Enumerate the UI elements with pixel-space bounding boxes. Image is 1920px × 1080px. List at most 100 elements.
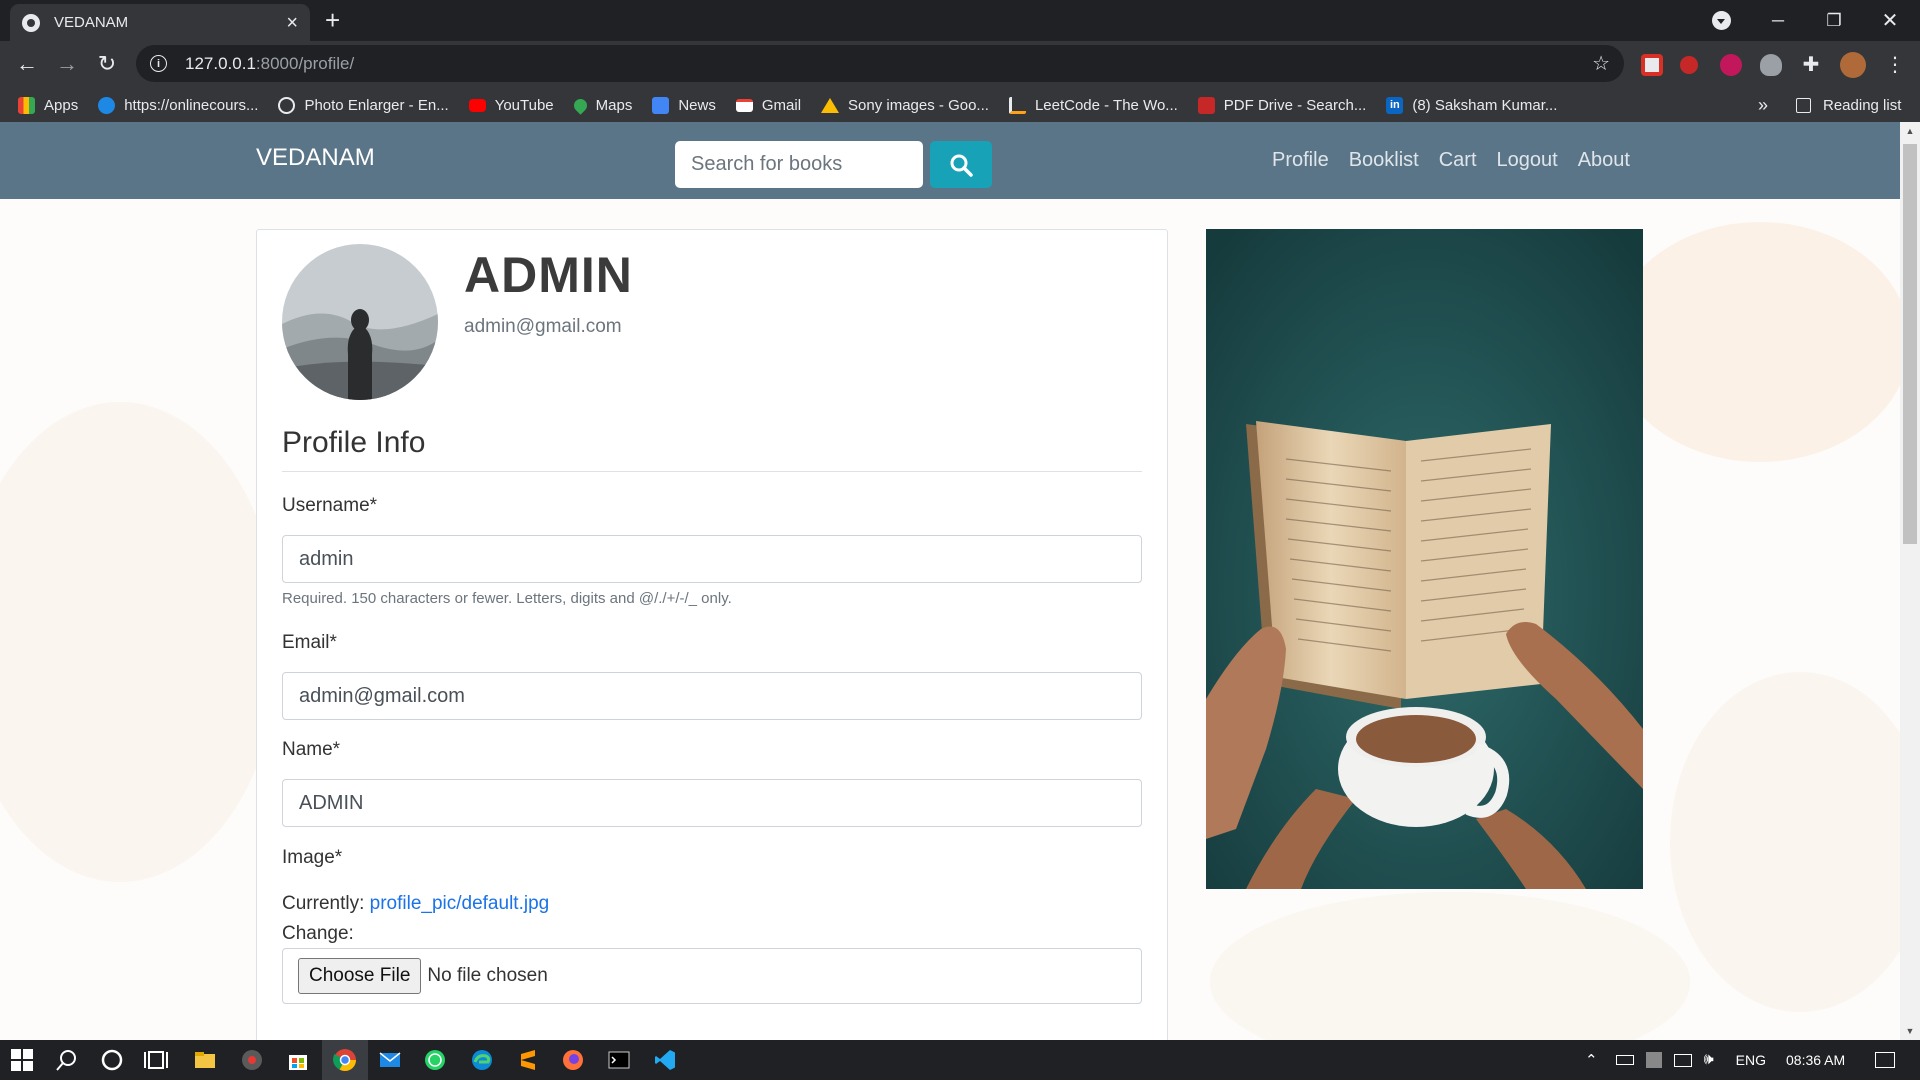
url-host: 127.0.0.1 xyxy=(185,53,256,73)
bookmarks-overflow-button[interactable]: » xyxy=(1758,88,1768,122)
nav-cart-link[interactable]: Cart xyxy=(1429,149,1487,172)
close-window-icon[interactable]: ✕ xyxy=(1862,0,1918,41)
mail-icon[interactable] xyxy=(378,1048,402,1072)
url-path: :8000/profile/ xyxy=(255,53,355,73)
bookmark-pdf-drive[interactable]: PDF Drive - Search... xyxy=(1197,96,1367,114)
page-scrollbar[interactable]: ▲ ▼ xyxy=(1900,122,1920,1040)
search-button[interactable] xyxy=(930,141,992,188)
site-info-icon[interactable]: i xyxy=(150,55,167,72)
bookmark-label: News xyxy=(678,96,716,114)
reading-list-button[interactable]: Reading list xyxy=(1796,88,1901,122)
site-brand[interactable]: VEDANAM xyxy=(256,144,375,172)
chrome-menu-icon[interactable]: ⋮ xyxy=(1880,49,1910,79)
minimize-icon[interactable]: ─ xyxy=(1750,0,1806,41)
profile-display-name: ADMIN xyxy=(464,247,633,303)
pdf-drive-icon xyxy=(1197,96,1215,114)
battery-icon[interactable] xyxy=(1615,1055,1634,1065)
pocket-extension-icon[interactable] xyxy=(1641,54,1663,76)
bookmark-leetcode[interactable]: LeetCode - The Wo... xyxy=(1008,96,1178,114)
currently-label: Currently: xyxy=(282,893,365,914)
username-help-text: Required. 150 characters or fewer. Lette… xyxy=(282,590,732,607)
bookmark-youtube[interactable]: YouTube xyxy=(468,96,554,114)
page-viewport: VEDANAM Profile Booklist Cart Logout Abo… xyxy=(0,122,1900,1040)
sublime-text-icon[interactable] xyxy=(516,1048,540,1072)
volume-icon[interactable]: 🕪 xyxy=(1704,1051,1714,1069)
search-icon[interactable] xyxy=(55,1048,79,1072)
scroll-up-icon[interactable]: ▲ xyxy=(1900,122,1920,140)
puzzle-extensions-icon[interactable]: ✚ xyxy=(1800,54,1822,76)
divider xyxy=(282,471,1142,472)
linkedin-icon: in xyxy=(1386,96,1404,114)
email-label: Email* xyxy=(282,632,337,653)
forward-icon[interactable]: → xyxy=(52,49,82,79)
network-icon[interactable] xyxy=(1673,1053,1692,1067)
bookmark-label: PDF Drive - Search... xyxy=(1223,96,1367,114)
bookmark-label: YouTube xyxy=(494,96,554,114)
browser-tab[interactable]: VEDANAM × xyxy=(10,4,310,41)
bookmark-gmail[interactable]: Gmail xyxy=(735,97,801,114)
youtube-icon xyxy=(468,98,486,112)
tray-expand-icon[interactable]: ⌃ xyxy=(1585,1051,1598,1069)
cortana-icon[interactable] xyxy=(100,1048,124,1072)
globe-icon xyxy=(22,13,40,32)
reading-list-label: Reading list xyxy=(1823,96,1902,114)
scroll-down-icon[interactable]: ▼ xyxy=(1900,1022,1920,1040)
bookmark-onlinecourses[interactable]: https://onlinecours... xyxy=(98,96,259,114)
bookmark-linkedin[interactable]: in (8) Saksham Kumar... xyxy=(1386,96,1557,114)
notifications-icon[interactable] xyxy=(1875,1052,1896,1068)
task-view-icon[interactable] xyxy=(144,1048,168,1072)
storage-icon[interactable] xyxy=(1645,1052,1662,1068)
bookmark-label: Photo Enlarger - En... xyxy=(304,96,449,114)
chrome-icon[interactable] xyxy=(333,1048,357,1072)
nav-booklist-link[interactable]: Booklist xyxy=(1339,149,1429,172)
profile-avatar-icon[interactable] xyxy=(1840,52,1866,78)
bookmark-label: https://onlinecours... xyxy=(124,96,259,114)
media-app-icon[interactable] xyxy=(240,1048,264,1072)
language-indicator[interactable]: ENG xyxy=(1736,1052,1766,1068)
bookmark-label: Apps xyxy=(44,96,79,114)
vscode-icon[interactable] xyxy=(653,1048,677,1072)
book-search-input[interactable] xyxy=(675,141,923,188)
file-explorer-icon[interactable] xyxy=(193,1048,217,1072)
search-icon xyxy=(950,154,973,177)
bookmark-news[interactable]: News xyxy=(652,96,716,114)
username-field[interactable] xyxy=(282,535,1142,583)
current-image-link[interactable]: profile_pic/default.jpg xyxy=(370,893,550,914)
bookmark-photo-enlarger[interactable]: Photo Enlarger - En... xyxy=(278,96,449,114)
nav-about-link[interactable]: About xyxy=(1568,149,1640,172)
tab-title: VEDANAM xyxy=(54,14,129,31)
reload-icon[interactable]: ↻ xyxy=(92,49,122,79)
scrollbar-thumb[interactable] xyxy=(1903,144,1917,544)
restore-icon[interactable]: ❐ xyxy=(1806,0,1862,41)
bookmark-sony-images[interactable]: Sony images - Goo... xyxy=(821,97,989,114)
bookmark-apps[interactable]: Apps xyxy=(18,96,79,114)
close-tab-icon[interactable]: × xyxy=(286,13,298,33)
address-bar[interactable]: i 127.0.0.1:8000/profile/ ☆ xyxy=(136,45,1624,82)
edge-icon[interactable] xyxy=(470,1048,494,1072)
nav-profile-link[interactable]: Profile xyxy=(1262,149,1339,172)
tab-search-icon[interactable] xyxy=(1712,11,1731,30)
image-file-input: Choose File No file chosen xyxy=(282,948,1142,1004)
drive-icon xyxy=(821,97,840,113)
firefox-icon[interactable] xyxy=(561,1048,585,1072)
terminal-icon[interactable] xyxy=(607,1048,631,1072)
whatsapp-icon[interactable] xyxy=(423,1048,447,1072)
bookmark-maps[interactable]: Maps xyxy=(570,95,632,115)
bookmark-star-icon[interactable]: ☆ xyxy=(1592,51,1610,76)
store-icon[interactable] xyxy=(286,1048,310,1072)
record-extension-icon[interactable] xyxy=(1680,56,1698,74)
new-tab-icon[interactable]: + xyxy=(325,6,340,34)
back-icon[interactable]: ← xyxy=(12,49,42,79)
windows-start-icon[interactable] xyxy=(10,1048,34,1072)
choose-file-button[interactable]: Choose File xyxy=(298,958,422,994)
windows-taskbar: ⌃ 🕪 ENG 08:36 AM xyxy=(0,1040,1920,1080)
name-field[interactable] xyxy=(282,779,1142,827)
profile-card: ADMIN admin@gmail.com Profile Info Usern… xyxy=(256,229,1168,1040)
maps-pin-icon xyxy=(570,95,590,115)
shield-extension-icon[interactable] xyxy=(1720,54,1742,76)
cloud-extension-icon[interactable] xyxy=(1760,54,1782,76)
profile-email: admin@gmail.com xyxy=(464,316,622,337)
nav-logout-link[interactable]: Logout xyxy=(1487,149,1568,172)
email-field[interactable] xyxy=(282,672,1142,720)
clock[interactable]: 08:36 AM xyxy=(1786,1052,1845,1068)
